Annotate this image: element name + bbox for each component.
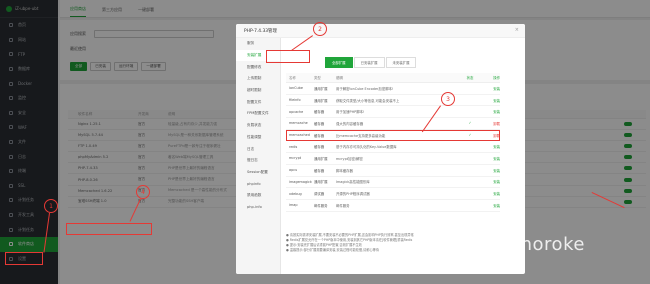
extension-type: 通用扩展: [314, 180, 328, 185]
extension-desc: 强大的内容缓存器: [336, 121, 364, 126]
dialog-nav-item[interactable]: FPM配置文件: [236, 108, 280, 120]
extension-name: xdebug: [289, 191, 302, 196]
note-line: ● 温馨提示:部分扩展需要编译安装,安装过程可能较慢,请耐心等待: [286, 248, 379, 252]
extension-status-icon: ✓: [468, 133, 472, 138]
extension-desc: Imagick高性能图形库: [336, 180, 370, 185]
dialog-title: PHP-7.4.33管理: [244, 28, 277, 34]
extension-desc: 基于内存亦可持久化的Key-Value数据库: [336, 145, 397, 150]
extension-row: mcrypt 通用扩展 mcrypt加密/解密 安装: [286, 153, 500, 165]
extension-tabs: 全部扩展 已安装扩展 未安装扩展: [325, 57, 417, 68]
extension-action-button[interactable]: 安装: [482, 179, 500, 184]
extension-type: 缓存器: [314, 145, 325, 150]
extension-table-header: 名称 类型 说明 状态 操作: [286, 73, 500, 83]
extension-desc: 获取文件类型/大小等信息,可能会安装不上: [336, 98, 400, 103]
extension-action-button[interactable]: 安装: [482, 98, 500, 103]
extension-desc: 脚本缓存器: [336, 168, 353, 173]
annotation-marker-2: 2: [313, 22, 327, 36]
extension-row: apcu 缓存器 脚本缓存器 安装: [286, 165, 500, 177]
highlight-memcached-row: [66, 223, 152, 235]
extension-desc: 开源的PHP程序调试器: [336, 192, 370, 197]
dialog-nav: 服务 安装扩展 配置修改 上传限制 超时限制 配置文件 FPM配置文件 负载状态 性能调整 日志慢…: [236, 38, 281, 274]
dialog-nav-item[interactable]: 超时限制: [236, 85, 280, 97]
tab-uninstalled-extensions[interactable]: 未安装扩展: [385, 57, 417, 68]
extension-name: apcu: [289, 168, 298, 173]
dialog-nav-item[interactable]: 上传限制: [236, 73, 280, 85]
extension-action-button[interactable]: 安装: [482, 191, 500, 196]
highlight-install-extension: [266, 50, 310, 63]
dialog-nav-item[interactable]: 服务: [236, 38, 280, 50]
dialog-main: 全部扩展 已安装扩展 未安装扩展 名称 类型 说明 状态 操作 ionCube 通…: [284, 38, 522, 274]
tab-installed-extensions[interactable]: 已安装扩展: [353, 57, 385, 68]
close-icon[interactable]: ×: [515, 27, 519, 33]
extension-desc: mcrypt加密/解密: [336, 156, 363, 161]
extension-row: redis 缓存器 基于内存亦可持久化的Key-Value数据库 安装: [286, 141, 500, 154]
extension-name: memcached: [289, 133, 310, 138]
extension-type: 缓存器: [314, 133, 325, 138]
extension-type: 通用扩展: [314, 86, 328, 91]
dialog-nav-item[interactable]: 配置文件: [236, 96, 280, 108]
extension-table: 名称 类型 说明 状态 操作 ionCube 通用扩展 用于解密ionCube En…: [286, 73, 500, 212]
extension-type: 缓存器: [314, 110, 325, 115]
dialog-title-bar: PHP-7.4.33管理 ×: [236, 24, 525, 38]
annotation-marker-1: 1: [44, 199, 58, 213]
dialog-nav-item[interactable]: Session配置: [236, 167, 280, 179]
extension-name: ionCube: [289, 86, 303, 91]
extension-action-button[interactable]: 安装: [482, 109, 500, 114]
extension-row: memcache 缓存器 强大的内容缓存器 ✓ 卸载: [286, 118, 500, 130]
extension-desc: 比memcache支持更多高级功能: [336, 133, 386, 138]
dialog-nav-item[interactable]: 性能调整: [236, 132, 280, 144]
extension-desc: 用于加速PHP脚本!: [336, 110, 365, 115]
extension-type: 缓存器: [314, 168, 325, 173]
extension-name: memcache: [289, 121, 308, 126]
extension-name: imap: [289, 203, 298, 208]
extension-action-button[interactable]: 安装: [482, 156, 500, 161]
extension-row: ionCube 通用扩展 用于解密ionCube Encoder加密脚本! 安装: [286, 83, 500, 95]
extension-action-button[interactable]: 安装: [482, 86, 500, 91]
extension-action-button[interactable]: 卸载: [482, 121, 500, 126]
dialog-nav-item[interactable]: 配置修改: [236, 61, 280, 73]
dialog-nav-item[interactable]: phpinfo: [236, 178, 280, 190]
dialog-nav-item[interactable]: 禁用函数: [236, 190, 280, 202]
extension-row: fileinfo 通用扩展 获取文件类型/大小等信息,可能会安装不上 安装: [286, 95, 500, 107]
extension-row: imap 邮件服务 邮件服务 安装: [286, 200, 500, 212]
dialog-nav-item[interactable]: 慢日志: [236, 155, 280, 167]
extension-row: xdebug 调试器 开源的PHP程序调试器 安装: [286, 188, 500, 200]
extension-type: 调试器: [314, 192, 325, 197]
extension-row: memcached 缓存器 比memcache支持更多高级功能 ✓ 卸载: [286, 129, 500, 142]
extension-action-button[interactable]: 卸载: [482, 133, 500, 138]
dialog-nav-item[interactable]: 负载状态: [236, 120, 280, 132]
extension-name: redis: [289, 144, 298, 149]
annotation-marker-4: 4: [136, 185, 150, 199]
dialog-nav-item[interactable]: php-info: [236, 202, 280, 214]
extension-status-icon: ✓: [468, 121, 472, 126]
extension-desc: 用于解密ionCube Encoder加密脚本!: [336, 86, 394, 91]
extension-desc: 邮件服务: [336, 203, 350, 208]
watermark-text: @moroke: [496, 234, 585, 255]
extension-action-button[interactable]: 安装: [482, 168, 500, 173]
extension-notes: ● 请按实际需求安装扩展,不要安装不必要的PHP扩展,这会影响PHP执行效率,甚…: [286, 233, 522, 253]
extension-action-button[interactable]: 安装: [482, 144, 500, 149]
extension-name: opcache: [289, 109, 304, 114]
extension-action-button[interactable]: 安装: [482, 203, 500, 208]
extension-name: fileinfo: [289, 98, 301, 103]
extension-type: 缓存器: [314, 121, 325, 126]
extension-row: opcache 缓存器 用于加速PHP脚本! 安装: [286, 106, 500, 119]
highlight-software-store: [5, 252, 43, 265]
extension-type: 通用扩展: [314, 156, 328, 161]
annotation-marker-3: 3: [441, 92, 455, 106]
tab-all-extensions[interactable]: 全部扩展: [325, 57, 353, 68]
extension-name: mcrypt: [289, 156, 302, 161]
extension-name: imagemagick: [289, 179, 312, 184]
dialog-nav-item[interactable]: 日志: [236, 143, 280, 155]
extension-type: 通用扩展: [314, 98, 328, 103]
extension-row: imagemagick 通用扩展 Imagick高性能图形库 安装: [286, 177, 500, 189]
extension-type: 邮件服务: [314, 203, 328, 208]
